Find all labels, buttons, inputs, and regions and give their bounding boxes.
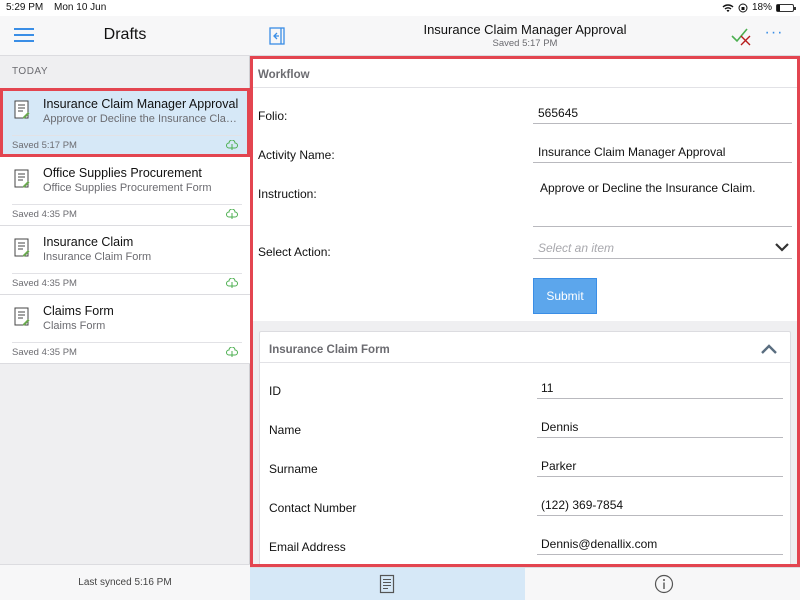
cloud-upload-icon [226, 278, 238, 288]
id-label: ID [269, 384, 281, 398]
detail-header: Insurance Claim Manager Approval Saved 5… [250, 16, 800, 56]
draft-saved-time: Saved 4:35 PM [12, 278, 77, 289]
folio-label: Folio: [258, 109, 288, 123]
status-date: Mon 10 Jun [54, 2, 107, 13]
sidebar-header: Drafts [0, 16, 250, 56]
more-options-icon[interactable]: ··· [762, 24, 786, 46]
select-action-label: Select Action: [258, 245, 331, 259]
draft-item-insurance-claim-manager-approval[interactable]: Insurance Claim Manager Approval Approve… [0, 88, 250, 157]
form-content[interactable]: Workflow Folio: 565645 Activity Name: In… [250, 56, 800, 567]
surname-field[interactable]: Parker [537, 455, 783, 477]
form-document-icon [379, 574, 395, 594]
section-label: TODAY [12, 66, 49, 77]
detail-pane: Insurance Claim Manager Approval Saved 5… [250, 16, 800, 600]
page-title: Insurance Claim Manager Approval [423, 22, 627, 37]
sidebar-title: Drafts [103, 26, 147, 43]
select-action-dropdown[interactable]: Select an item [533, 237, 792, 259]
cloud-upload-icon [226, 140, 238, 150]
drafts-sidebar: Drafts TODAY Insurance Claim Manager App… [0, 16, 250, 600]
draft-saved-time: Saved 5:17 PM [12, 140, 77, 151]
workflow-section: Workflow Folio: 565645 Activity Name: In… [253, 59, 797, 321]
document-icon [14, 238, 30, 257]
document-icon [14, 100, 30, 119]
tab-info[interactable] [525, 568, 800, 600]
wifi-icon [722, 3, 734, 12]
draft-item-insurance-claim[interactable]: Insurance Claim Insurance Claim Form Sav… [0, 226, 250, 295]
cloud-upload-icon [226, 347, 238, 357]
draft-item-office-supplies-procurement[interactable]: Office Supplies Procurement Office Suppl… [0, 157, 250, 226]
instruction-field[interactable]: Approve or Decline the Insurance Claim. [533, 177, 792, 227]
draft-title: Office Supplies Procurement [43, 166, 202, 180]
bottom-tab-bar [250, 567, 800, 600]
submit-button[interactable]: Submit [533, 278, 597, 314]
activity-name-field[interactable]: Insurance Claim Manager Approval [533, 141, 792, 163]
insurance-claim-form-card: Insurance Claim Form ID 11 Name Dennis S… [259, 331, 791, 564]
battery-percent: 18% [751, 2, 772, 13]
draft-saved-time: Saved 4:35 PM [12, 347, 77, 358]
contact-number-label: Contact Number [269, 501, 357, 515]
document-icon [14, 169, 30, 188]
draft-saved-time: Saved 4:35 PM [12, 209, 77, 220]
draft-subtitle: Approve or Decline the Insurance Claim. [43, 113, 239, 125]
draft-list: Insurance Claim Manager Approval Approve… [0, 88, 250, 364]
name-field[interactable]: Dennis [537, 416, 783, 438]
submit-check-icon[interactable] [730, 25, 754, 47]
battery-level [777, 4, 780, 11]
email-address-label: Email Address [269, 540, 346, 554]
email-address-field[interactable]: Dennis@denallix.com [537, 533, 783, 555]
draft-title: Insurance Claim [43, 235, 134, 249]
workflow-heading: Workflow [258, 69, 310, 81]
instruction-label: Instruction: [258, 187, 317, 201]
tab-form[interactable] [250, 568, 525, 600]
draft-title: Claims Form [43, 304, 114, 318]
orientation-lock-icon [738, 3, 748, 12]
claim-form-heading: Insurance Claim Form [269, 344, 390, 356]
status-bar: 5:29 PM Mon 10 Jun 18% [0, 0, 800, 16]
battery-icon [776, 3, 796, 12]
surname-label: Surname [269, 462, 318, 476]
status-time: 5:29 PM [6, 2, 44, 13]
activity-name-label: Activity Name: [258, 148, 335, 162]
draft-subtitle: Insurance Claim Form [43, 251, 152, 263]
draft-subtitle: Claims Form [43, 320, 106, 332]
cloud-upload-icon [226, 209, 238, 219]
contact-number-field[interactable]: (122) 369-7854 [537, 494, 783, 516]
id-field[interactable]: 11 [537, 377, 783, 399]
folio-field[interactable]: 565645 [533, 102, 792, 124]
draft-item-claims-form[interactable]: Claims Form Claims Form Saved 4:35 PM [0, 295, 250, 364]
chevron-up-icon[interactable] [760, 342, 778, 356]
draft-title: Insurance Claim Manager Approval [43, 97, 239, 111]
chevron-down-icon [775, 243, 789, 252]
draft-subtitle: Office Supplies Procurement Form [43, 182, 212, 194]
page-saved-time: Saved 5:17 PM [492, 38, 558, 49]
sync-status: Last synced 5:16 PM [0, 564, 250, 600]
document-icon [14, 307, 30, 326]
info-icon [654, 574, 674, 594]
name-label: Name [269, 423, 302, 437]
select-action-placeholder: Select an item [538, 241, 615, 255]
